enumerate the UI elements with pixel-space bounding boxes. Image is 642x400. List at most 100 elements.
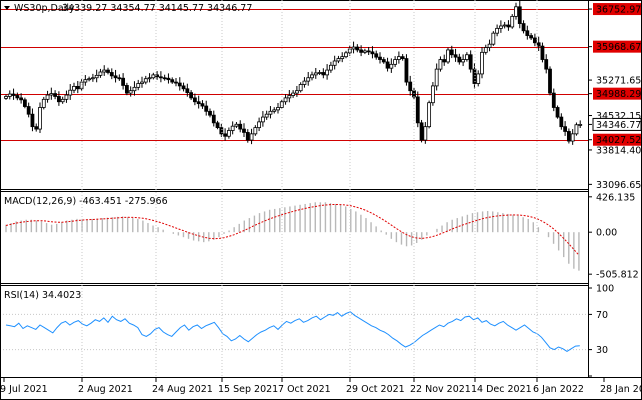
candle-body: [41, 98, 46, 108]
candle-body: [525, 30, 530, 36]
candle-body: [90, 77, 95, 80]
price-tick-label: 36752.97: [596, 5, 641, 16]
date-tick-label: 2 Aug 2021: [78, 384, 133, 395]
candle-body: [56, 96, 61, 103]
candle-body: [226, 130, 231, 137]
candle-body: [389, 63, 394, 69]
price-tick-label: 35968.67: [596, 42, 641, 53]
candle-body: [264, 113, 269, 118]
candle-body: [45, 94, 50, 100]
rsi-tick-label: 100: [596, 284, 614, 295]
candle-body: [415, 96, 420, 124]
candle-body: [514, 6, 518, 17]
candle-body: [370, 51, 375, 55]
candle-body: [102, 69, 107, 73]
candle-body: [351, 46, 356, 50]
candle-body: [257, 121, 262, 129]
candle-body: [94, 74, 99, 79]
candle-body: [87, 78, 92, 81]
macd-tick-label: 426.135: [596, 192, 635, 203]
rsi-indicator-label: RSI(14) 34.4023: [4, 290, 81, 301]
candle-body: [461, 59, 466, 63]
candle-body: [548, 68, 552, 94]
candle-body: [34, 126, 39, 130]
price-tick-label: 33096.65: [596, 180, 641, 191]
candle-body: [306, 77, 311, 82]
candle-body: [121, 77, 126, 86]
candle-body: [276, 107, 280, 111]
candle-body: [291, 92, 296, 96]
candle-body: [238, 123, 243, 130]
candle-body: [453, 54, 458, 58]
rsi-line: [5, 311, 580, 352]
rsi-tick-label: 70: [596, 310, 608, 321]
candle-body: [491, 32, 496, 45]
candle-body: [381, 59, 386, 63]
candle-body: [551, 92, 556, 108]
candle-body: [404, 58, 409, 83]
candle-body: [468, 54, 473, 70]
candle-body: [170, 79, 175, 83]
candle-body: [117, 77, 122, 80]
candle-body: [181, 85, 186, 90]
candle-body: [449, 49, 454, 56]
candle-body: [158, 76, 163, 79]
macd-tick-label: -505.812: [596, 270, 639, 281]
candle-body: [83, 79, 88, 83]
candle-body: [423, 126, 428, 141]
candle-body: [272, 109, 277, 112]
candle-body: [260, 116, 265, 123]
candle-body: [521, 23, 526, 32]
candle-body: [185, 88, 190, 94]
price-tick-label: 33814.40: [596, 145, 641, 156]
candle-body: [555, 107, 560, 118]
candle-body: [536, 42, 541, 47]
date-tick-label: 24 Aug 2021: [152, 384, 213, 395]
candle-body: [113, 75, 118, 79]
candle-body: [559, 116, 564, 128]
candle-body: [140, 81, 144, 84]
candle-body: [578, 124, 583, 126]
candle-body: [476, 73, 481, 84]
candle-body: [400, 56, 405, 59]
candle-body: [98, 71, 103, 76]
candle-body: [510, 15, 515, 28]
candle-body: [268, 110, 273, 115]
candle-body: [393, 59, 398, 65]
candle-body: [563, 126, 568, 132]
candle-body: [480, 51, 484, 75]
candle-body: [298, 84, 303, 92]
candle-body: [464, 54, 469, 60]
candle-body: [532, 37, 537, 44]
ohlc-values: 34339.27 34354.77 34145.77 34346.77: [62, 3, 252, 14]
price-tick-label: 34988.29: [596, 89, 641, 100]
candle-body: [566, 131, 571, 142]
candle-body: [109, 72, 114, 77]
candle-body: [132, 86, 137, 92]
candle-body: [430, 85, 435, 104]
candle-body: [38, 107, 42, 130]
candle-body: [147, 77, 152, 80]
candle-body: [7, 93, 12, 97]
candle-body: [49, 93, 54, 96]
candle-body: [124, 85, 129, 94]
candle-body: [408, 81, 413, 92]
candle-body: [204, 105, 209, 112]
candle-body: [208, 110, 212, 116]
candle-body: [162, 77, 167, 80]
candle-body: [30, 113, 35, 128]
candle-body: [498, 25, 503, 29]
candle-body: [26, 106, 31, 115]
date-tick-label: 9 Jul 2021: [0, 384, 48, 395]
candle-body: [340, 56, 345, 59]
candle-body: [506, 24, 511, 28]
candle-body: [136, 83, 141, 88]
candle-body: [22, 99, 27, 107]
candle-body: [544, 59, 549, 70]
candle-body: [215, 122, 220, 129]
candle-body: [317, 72, 322, 74]
date-tick-label: 7 Oct 2021: [278, 384, 331, 395]
candle-body: [396, 56, 401, 60]
price-panel: 36752.9735968.6735271.6534988.2934532.15…: [0, 0, 642, 191]
rsi-panel: 100 70 30 RSI(14) 34.4023: [0, 284, 614, 377]
